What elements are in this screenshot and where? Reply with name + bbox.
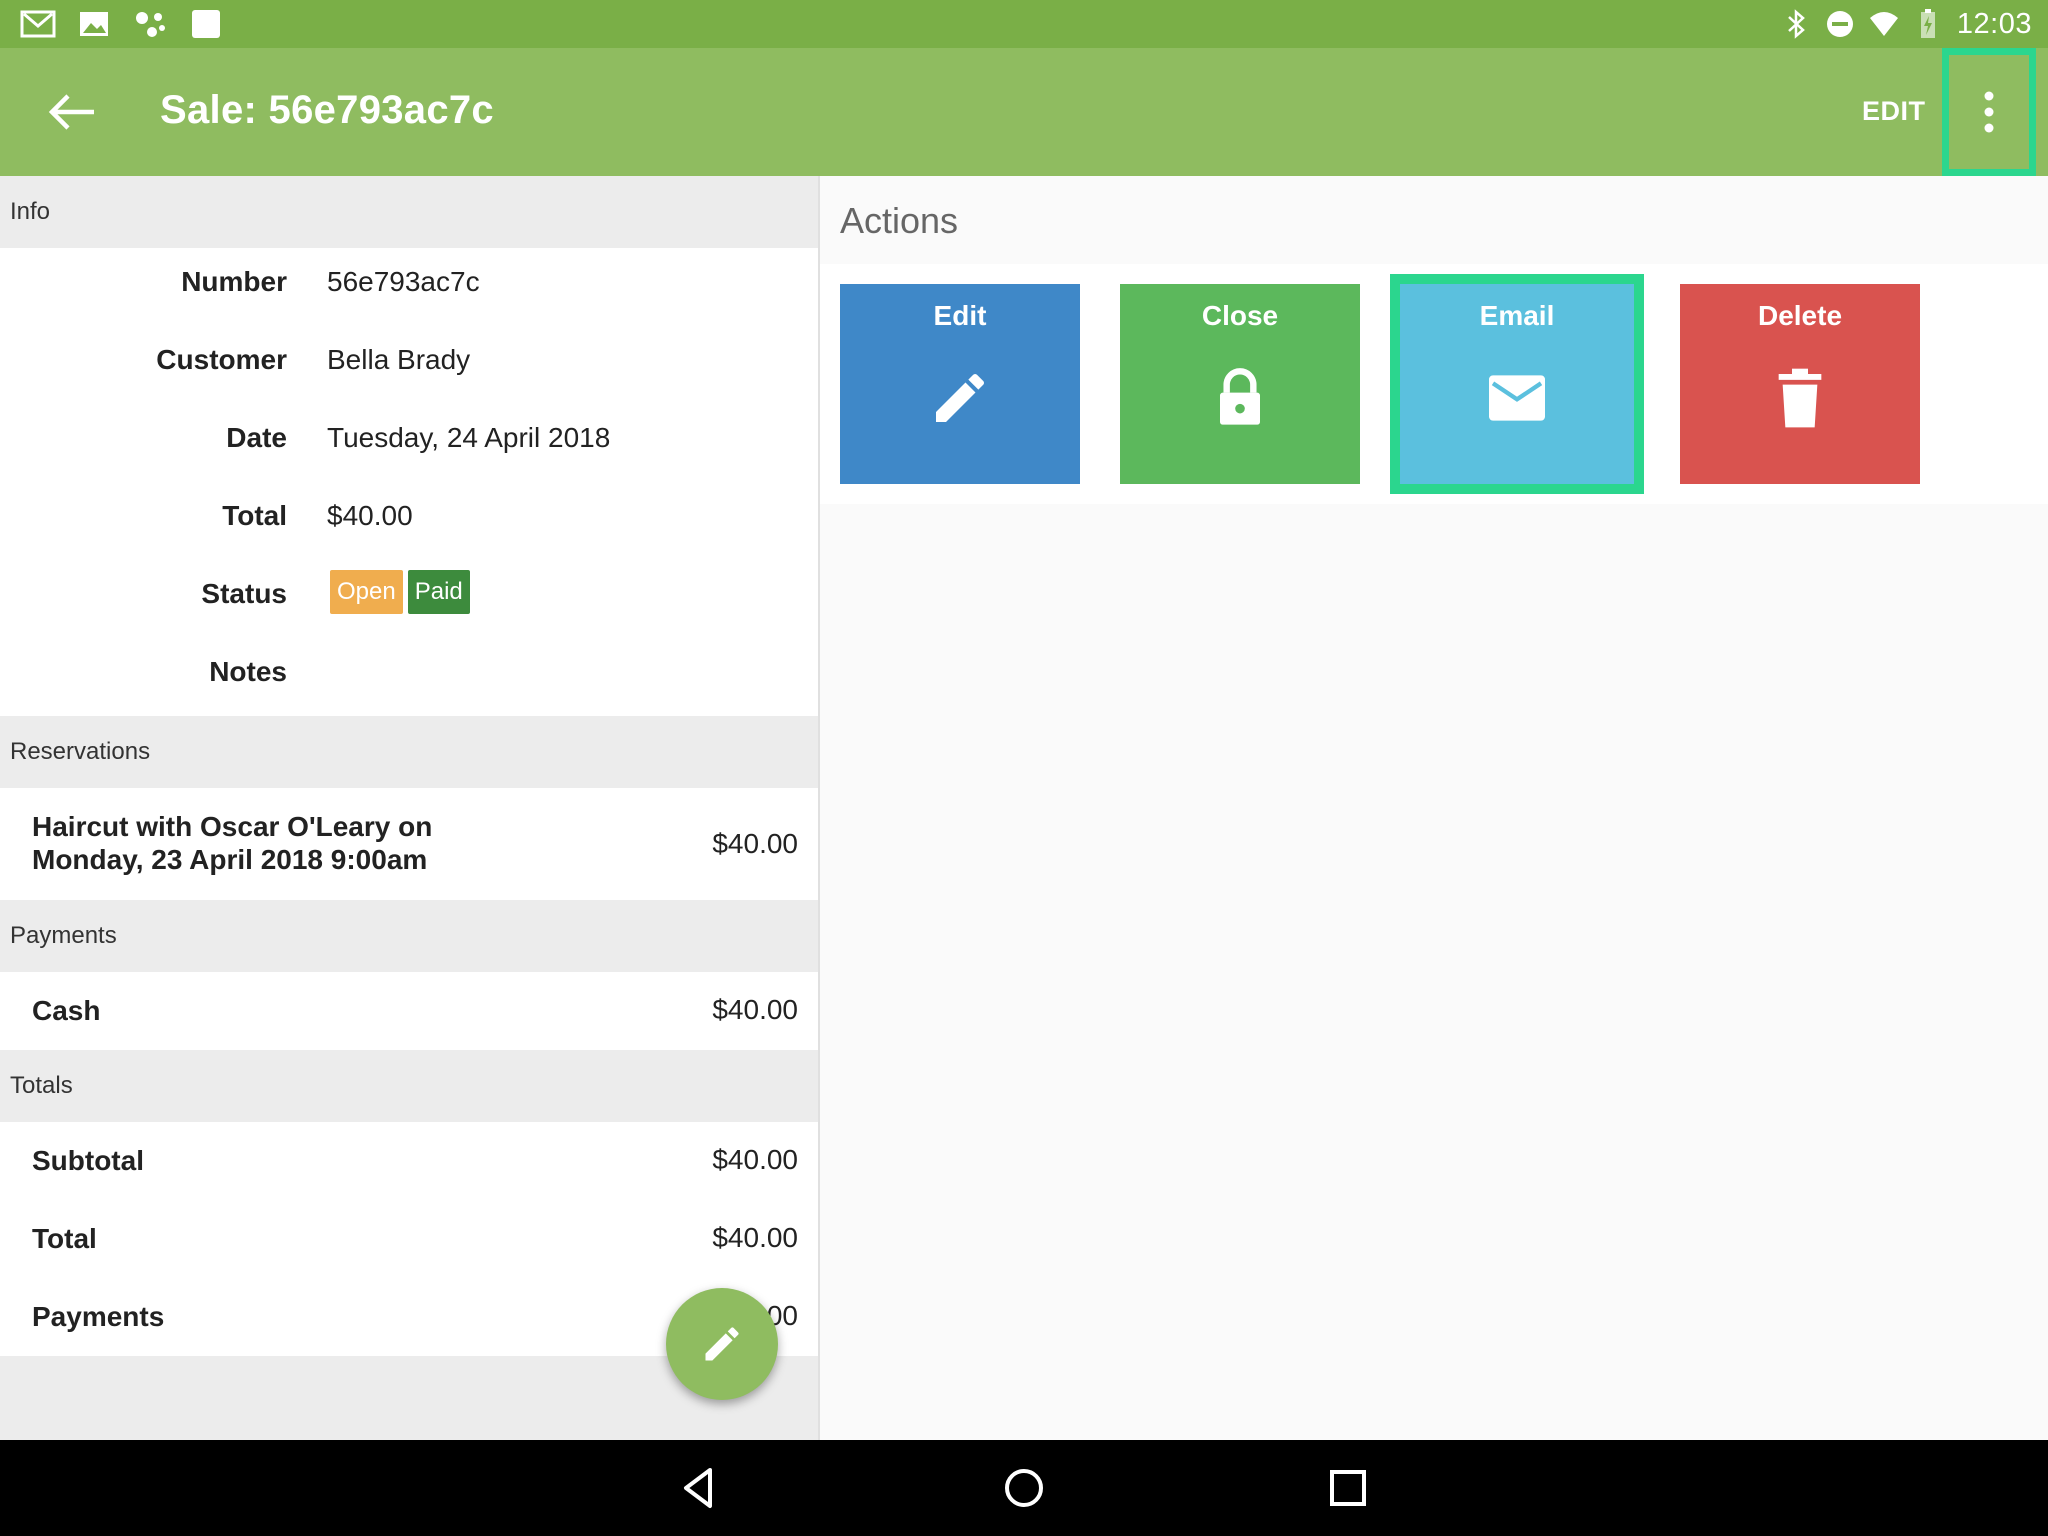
envelope-icon (1489, 375, 1545, 421)
edit-text-button[interactable]: EDIT (1862, 96, 1926, 127)
edit-tile-label: Edit (933, 300, 987, 331)
page-title: Sale: 56e793ac7c (160, 88, 494, 132)
status-badge-open: Open (330, 570, 403, 614)
nav-home-icon[interactable] (1000, 1464, 1048, 1512)
overflow-menu-button[interactable] (1942, 48, 2036, 176)
square-app-icon (192, 10, 220, 38)
payment-item[interactable]: Cash $40.00 (0, 972, 818, 1050)
reservation-description: Haircut with Oscar O'Leary on Monday, 23… (32, 810, 432, 876)
actions-title: Actions (840, 200, 959, 241)
gallery-icon (80, 12, 108, 36)
do-not-disturb-icon (1826, 11, 1853, 37)
app-bar: Sale: 56e793ac7c EDIT (0, 48, 2048, 176)
reservation-line-1: Haircut with Oscar O'Leary on (32, 811, 433, 842)
delete-tile-label: Delete (1757, 300, 1843, 331)
payment-amount: $40.00 (712, 994, 798, 1025)
close-action-tile[interactable]: Close (1120, 284, 1360, 484)
totals-total-label: Total (32, 1223, 97, 1254)
number-value: 56e793ac7c (327, 266, 480, 297)
reservations-section-header: Reservations (10, 738, 151, 765)
info-row-total: Total $40.00 (0, 500, 818, 540)
payments-list: Cash $40.00 (0, 972, 818, 1050)
payment-method: Cash (32, 995, 101, 1026)
subtotal-amount: $40.00 (712, 1144, 798, 1175)
status-label: Status (201, 578, 287, 609)
gmail-icon (20, 10, 56, 38)
reservation-amount: $40.00 (712, 828, 798, 859)
pencil-icon (705, 1327, 739, 1361)
notes-label: Notes (209, 656, 287, 687)
totals-row-total: Total $40.00 (0, 1200, 818, 1278)
totals-row-subtotal: Subtotal $40.00 (0, 1122, 818, 1200)
reservation-line-2: Monday, 23 April 2018 9:00am (32, 844, 428, 875)
reservations-list: Haircut with Oscar O'Leary on Monday, 23… (0, 788, 818, 900)
total-value: $40.00 (327, 500, 413, 531)
customer-label: Customer (156, 344, 287, 375)
info-row-customer: Customer Bella Brady (0, 344, 818, 384)
total-label: Total (222, 500, 287, 531)
reservation-item[interactable]: Haircut with Oscar O'Leary on Monday, 23… (0, 788, 818, 900)
subtotal-label: Subtotal (32, 1145, 144, 1176)
email-tile-label: Email (1479, 300, 1555, 331)
wifi-icon (1869, 12, 1898, 36)
system-nav-bar (0, 1440, 2048, 1536)
status-badge-paid: Paid (407, 570, 470, 614)
payments-section-header: Payments (10, 922, 117, 949)
trash-icon (1778, 368, 1822, 428)
customer-value: Bella Brady (327, 344, 471, 375)
date-label: Date (226, 422, 287, 453)
edit-action-tile[interactable]: Edit (840, 284, 1080, 484)
sale-details-panel: Info Number 56e793ac7c Customer Bella Br… (0, 176, 818, 1440)
nav-back-icon[interactable] (676, 1464, 724, 1512)
status-badges: Open Paid (330, 570, 475, 614)
info-row-date: Date Tuesday, 24 April 2018 (0, 422, 818, 462)
close-tile-label: Close (1201, 300, 1279, 331)
delete-action-tile[interactable]: Delete (1680, 284, 1920, 484)
totals-total-amount: $40.00 (712, 1222, 798, 1253)
info-row-status: Status Open Paid (0, 570, 818, 618)
battery-charging-icon (1920, 9, 1935, 38)
status-time: 12:03 (1956, 7, 2032, 40)
lock-icon (1220, 368, 1260, 425)
info-card: Number 56e793ac7c Customer Bella Brady D… (0, 248, 818, 716)
edit-fab-button[interactable] (666, 1288, 778, 1400)
info-row-number: Number 56e793ac7c (0, 266, 818, 306)
date-value: Tuesday, 24 April 2018 (327, 422, 611, 453)
email-action-tile[interactable]: Email (1390, 274, 1644, 494)
assistant-icon (136, 12, 165, 37)
number-label: Number (181, 266, 287, 297)
totals-section-header: Totals (10, 1072, 73, 1099)
totals-payments-label: Payments (32, 1301, 165, 1332)
bluetooth-icon (1788, 9, 1805, 39)
more-vert-icon (1984, 91, 1994, 133)
nav-recents-icon[interactable] (1324, 1464, 1372, 1512)
info-section-header: Info (10, 198, 51, 225)
back-arrow-icon[interactable] (44, 88, 100, 136)
pencil-icon (936, 373, 985, 422)
status-bar: 12:03 (0, 0, 2048, 48)
info-row-notes: Notes (0, 656, 818, 696)
